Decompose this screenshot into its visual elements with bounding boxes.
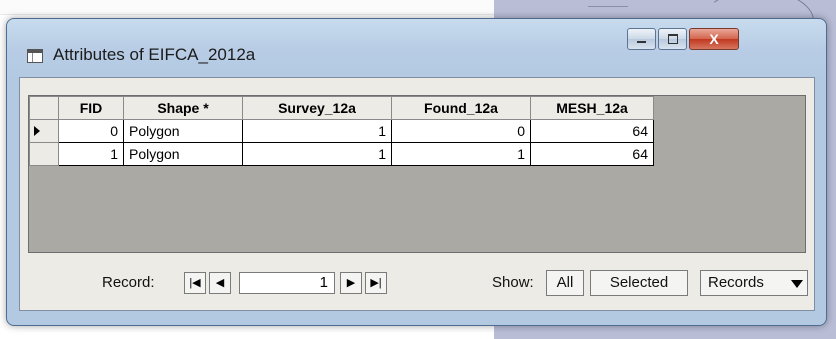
record-label: Record: bbox=[102, 274, 155, 291]
header-row: FID Shape * Survey_12a Found_12a MESH_12… bbox=[29, 96, 654, 120]
maximize-icon bbox=[668, 34, 678, 44]
cell-survey[interactable]: 1 bbox=[242, 119, 392, 143]
cell-shape[interactable]: Polygon bbox=[123, 142, 243, 166]
cell-fid[interactable]: 1 bbox=[58, 142, 124, 166]
next-record-button[interactable]: ▶ bbox=[340, 272, 362, 294]
maximize-button[interactable] bbox=[658, 28, 687, 50]
current-row-arrow-icon bbox=[34, 126, 40, 136]
last-record-button[interactable]: ▶| bbox=[365, 272, 387, 294]
column-header-survey[interactable]: Survey_12a bbox=[242, 96, 392, 120]
dropdown-arrow-icon bbox=[791, 280, 803, 288]
show-label: Show: bbox=[492, 274, 534, 291]
first-record-icon: |◀ bbox=[189, 277, 201, 289]
table-row: 1 Polygon 1 1 64 bbox=[29, 142, 654, 166]
minimize-icon bbox=[637, 41, 646, 43]
title-bar[interactable]: Attributes of EIFCA_2012a X bbox=[7, 19, 826, 75]
window-client-area: FID Shape * Survey_12a Found_12a MESH_12… bbox=[19, 77, 815, 311]
desktop-background-top bbox=[0, 0, 494, 15]
column-header-mesh[interactable]: MESH_12a bbox=[530, 96, 654, 120]
column-header-fid[interactable]: FID bbox=[58, 96, 124, 120]
cell-found[interactable]: 0 bbox=[391, 119, 531, 143]
cell-mesh[interactable]: 64 bbox=[530, 119, 654, 143]
row-selector-header[interactable] bbox=[29, 96, 59, 120]
cell-shape[interactable]: Polygon bbox=[123, 119, 243, 143]
attribute-grid: FID Shape * Survey_12a Found_12a MESH_12… bbox=[29, 96, 654, 166]
record-number-input[interactable]: 1 bbox=[239, 272, 335, 294]
cell-survey[interactable]: 1 bbox=[242, 142, 392, 166]
attribute-table: FID Shape * Survey_12a Found_12a MESH_12… bbox=[28, 95, 806, 253]
close-button[interactable]: X bbox=[689, 28, 739, 50]
last-record-icon: ▶| bbox=[370, 277, 382, 289]
map-feature-line bbox=[588, 6, 628, 7]
close-icon: X bbox=[709, 31, 719, 47]
minimize-button[interactable] bbox=[627, 28, 656, 50]
previous-record-button[interactable]: ◀ bbox=[209, 272, 231, 294]
table-icon bbox=[27, 49, 43, 63]
next-record-icon: ▶ bbox=[346, 277, 356, 289]
cell-mesh[interactable]: 64 bbox=[530, 142, 654, 166]
table-row: 0 Polygon 1 0 64 bbox=[29, 119, 654, 143]
attributes-window: Attributes of EIFCA_2012a X FID Shape * … bbox=[6, 18, 827, 326]
record-navigation: Record: |◀ ◀ 1 ▶ ▶| Show: All Selected R… bbox=[20, 256, 814, 310]
column-header-found[interactable]: Found_12a bbox=[391, 96, 531, 120]
row-selector[interactable] bbox=[29, 119, 59, 143]
row-selector[interactable] bbox=[29, 142, 59, 166]
records-label: Records bbox=[708, 274, 764, 291]
show-selected-button[interactable]: Selected bbox=[590, 270, 688, 296]
first-record-button[interactable]: |◀ bbox=[184, 272, 206, 294]
records-menu-button[interactable]: Records bbox=[700, 270, 808, 296]
cell-fid[interactable]: 0 bbox=[58, 119, 124, 143]
window-title: Attributes of EIFCA_2012a bbox=[53, 45, 256, 64]
previous-record-icon: ◀ bbox=[215, 277, 225, 289]
cell-found[interactable]: 1 bbox=[391, 142, 531, 166]
column-header-shape[interactable]: Shape * bbox=[123, 96, 243, 120]
show-all-button[interactable]: All bbox=[546, 270, 584, 296]
